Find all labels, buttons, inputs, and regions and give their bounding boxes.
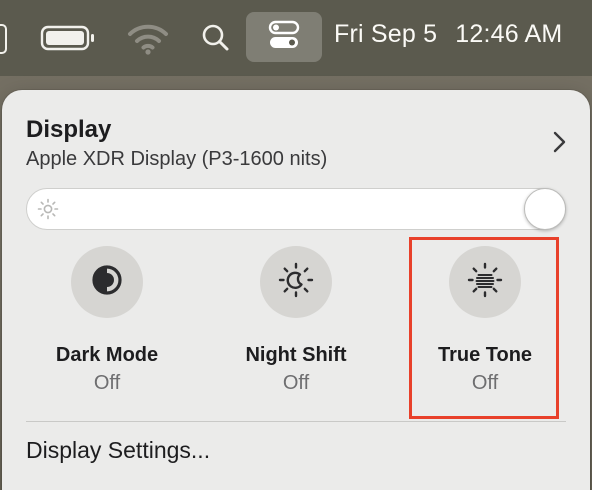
battery-icon[interactable] (40, 25, 96, 51)
night-shift-label: Night Shift (245, 344, 347, 366)
annotation-highlight-box (409, 237, 559, 419)
brightness-slider-knob[interactable] (524, 188, 566, 230)
display-settings-link[interactable]: Display Settings... (26, 437, 210, 464)
control-center-icon (267, 20, 301, 55)
control-center-button[interactable] (246, 12, 322, 62)
dark-mode-state: Off (93, 372, 121, 394)
sun-icon (37, 198, 59, 220)
dark-mode-icon (89, 262, 125, 303)
chevron-right-icon[interactable] (548, 128, 570, 156)
menu-bar-clock[interactable]: Fri Sep 5 12:46 AM (334, 20, 562, 49)
dark-mode-button[interactable] (71, 246, 143, 318)
night-shift-state: Off (282, 372, 310, 394)
time-label: 12:46 AM (455, 20, 563, 48)
divider (26, 421, 566, 422)
spotlight-search-icon[interactable] (196, 18, 236, 58)
menu-extra-icon[interactable] (0, 24, 7, 54)
display-name: Apple XDR Display (P3-1600 nits) (26, 148, 328, 170)
menu-bar: Fri Sep 5 12:46 AM (0, 0, 592, 76)
night-shift-button[interactable] (260, 246, 332, 318)
date-label: Fri Sep 5 (334, 20, 438, 48)
night-shift-icon (277, 261, 315, 304)
night-shift-toggle[interactable]: Night Shift Off (216, 242, 376, 402)
wifi-icon[interactable] (124, 20, 172, 56)
brightness-slider[interactable] (26, 188, 566, 230)
dark-mode-label: Dark Mode (55, 344, 159, 366)
panel-title: Display (26, 116, 112, 143)
dark-mode-toggle[interactable]: Dark Mode Off (27, 242, 187, 402)
display-panel: Display Apple XDR Display (P3-1600 nits) (2, 90, 590, 490)
